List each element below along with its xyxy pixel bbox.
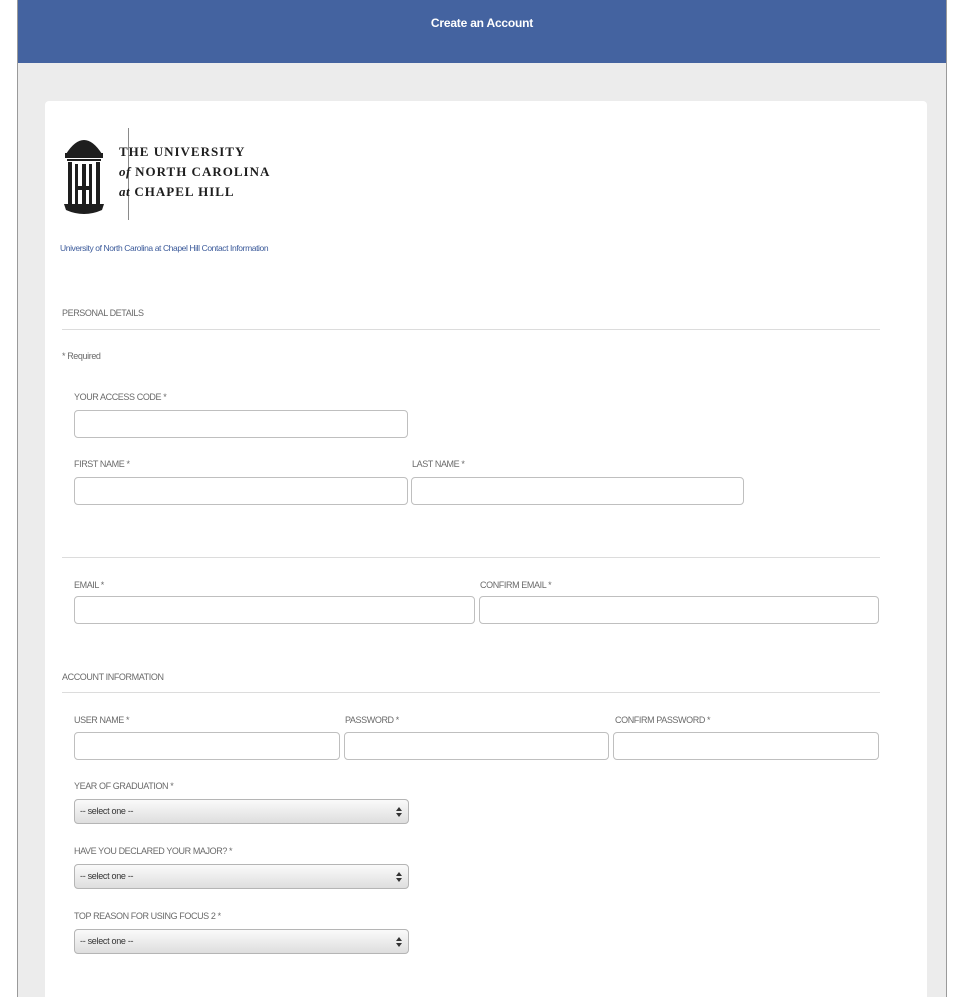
wordmark-line-1: THE UNIVERSITY bbox=[119, 144, 246, 159]
wordmark-line-3-text: CHAPEL HILL bbox=[134, 184, 235, 199]
graduation-year-select[interactable]: -- select one -- bbox=[74, 799, 409, 824]
username-label: USER NAME * bbox=[74, 715, 130, 725]
university-wordmark: THE UNIVERSITY of NORTH CAROLINA at CHAP… bbox=[119, 142, 270, 202]
declared-major-label: HAVE YOU DECLARED YOUR MAJOR? * bbox=[74, 846, 233, 856]
email-input[interactable] bbox=[74, 596, 475, 624]
account-information-heading: ACCOUNT INFORMATION bbox=[62, 672, 164, 682]
confirm-password-input[interactable] bbox=[613, 732, 879, 760]
section-divider bbox=[62, 692, 880, 693]
wordmark-line-3-prefix: at bbox=[119, 184, 131, 199]
confirm-email-input[interactable] bbox=[479, 596, 879, 624]
email-label: EMAIL * bbox=[74, 580, 104, 590]
wordmark-line-3: at CHAPEL HILL bbox=[119, 182, 270, 202]
password-input[interactable] bbox=[344, 732, 609, 760]
access-code-input[interactable] bbox=[74, 410, 408, 438]
page-title: Create an Account bbox=[430, 16, 534, 30]
select-arrows-icon bbox=[396, 865, 402, 888]
section-divider bbox=[62, 557, 880, 558]
contact-information-link[interactable]: University of North Carolina at Chapel H… bbox=[60, 243, 269, 253]
graduation-year-label: YEAR OF GRADUATION * bbox=[74, 781, 174, 791]
old-well-logo-icon bbox=[64, 140, 104, 214]
last-name-label: LAST NAME * bbox=[412, 459, 465, 469]
top-reason-label: TOP REASON FOR USING FOCUS 2 * bbox=[74, 911, 221, 921]
page-header: Create an Account bbox=[18, 0, 946, 63]
password-label: PASSWORD * bbox=[345, 715, 399, 725]
top-reason-value: -- select one -- bbox=[80, 936, 134, 946]
first-name-label: FIRST NAME * bbox=[74, 459, 130, 469]
personal-details-heading: PERSONAL DETAILS bbox=[62, 308, 144, 318]
required-note: * Required bbox=[62, 351, 101, 361]
wordmark-line-2-prefix: of bbox=[119, 164, 131, 179]
declared-major-value: -- select one -- bbox=[80, 871, 134, 881]
form-card bbox=[45, 101, 927, 997]
first-name-input[interactable] bbox=[74, 477, 408, 505]
confirm-email-label: CONFIRM EMAIL * bbox=[480, 580, 552, 590]
username-input[interactable] bbox=[74, 732, 340, 760]
access-code-label: YOUR ACCESS CODE * bbox=[74, 392, 167, 402]
last-name-input[interactable] bbox=[411, 477, 744, 505]
wordmark-line-2: of NORTH CAROLINA bbox=[119, 162, 270, 182]
top-reason-select[interactable]: -- select one -- bbox=[74, 929, 409, 954]
graduation-year-value: -- select one -- bbox=[80, 806, 134, 816]
declared-major-select[interactable]: -- select one -- bbox=[74, 864, 409, 889]
select-arrows-icon bbox=[396, 930, 402, 953]
select-arrows-icon bbox=[396, 800, 402, 823]
confirm-password-label: CONFIRM PASSWORD * bbox=[615, 715, 711, 725]
section-divider bbox=[62, 329, 880, 330]
wordmark-line-2-text: NORTH CAROLINA bbox=[135, 164, 271, 179]
